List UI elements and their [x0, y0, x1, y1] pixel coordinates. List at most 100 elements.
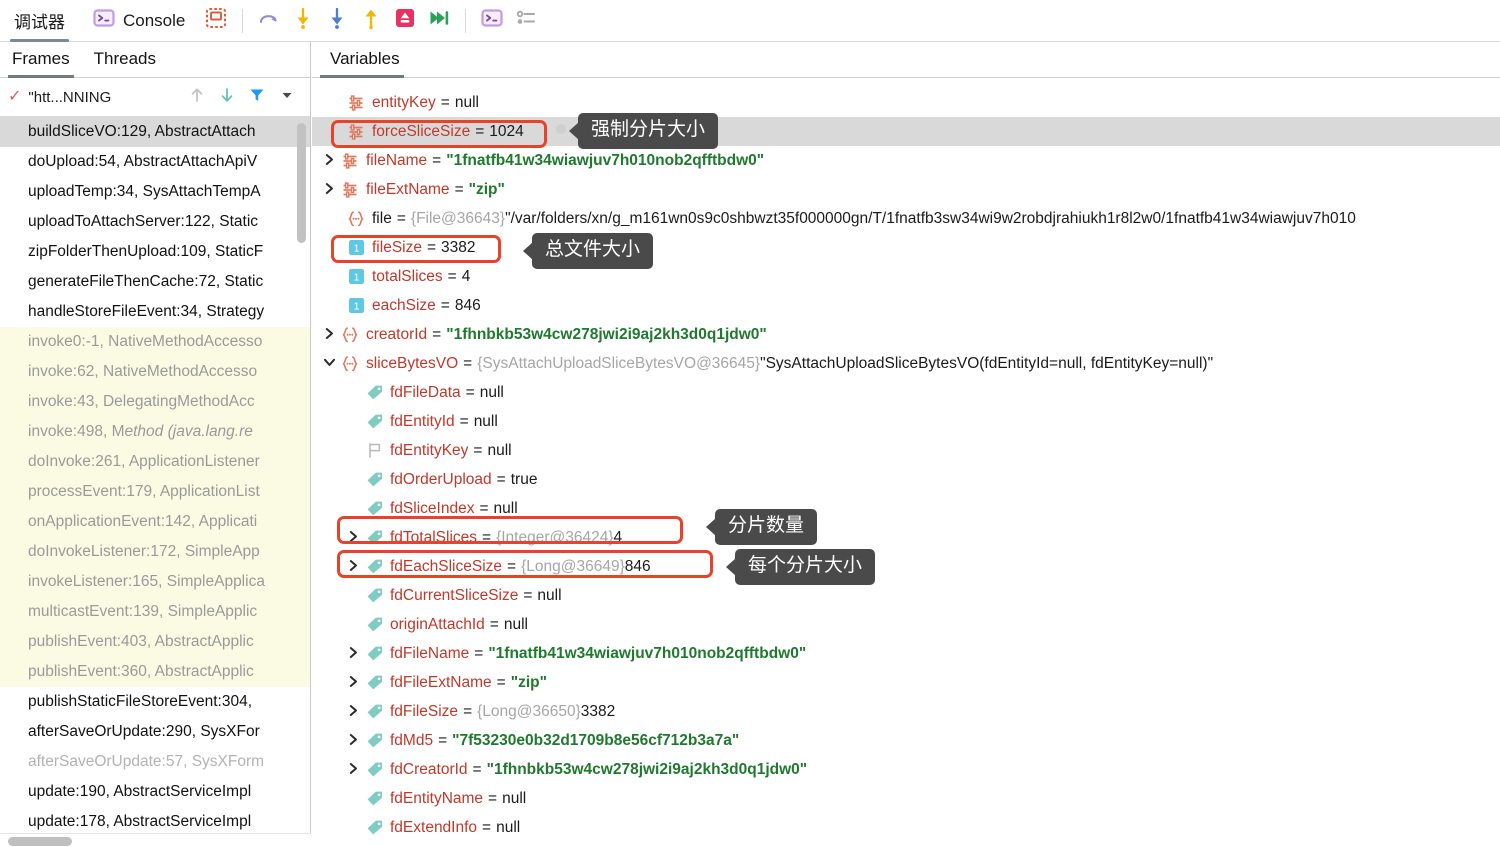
tab-frames[interactable]: Frames: [0, 49, 82, 78]
frame-row[interactable]: doInvoke:261, ApplicationListener: [0, 447, 310, 477]
frames-list[interactable]: buildSliceVO:129, AbstractAttach doUpload…: [0, 117, 310, 833]
svg-text:1: 1: [353, 271, 359, 283]
variable-row[interactable]: fdEntityKey = null: [312, 436, 1500, 465]
tab-variables[interactable]: Variables: [312, 49, 412, 78]
frames-up-button[interactable]: [182, 82, 212, 112]
frame-row[interactable]: invoke0:-1, NativeMethodAccesso: [0, 327, 310, 357]
tab-threads[interactable]: Threads: [82, 49, 168, 77]
frame-row[interactable]: handleStoreFileEvent:34, Strategy: [0, 297, 310, 327]
step-out-button[interactable]: [354, 4, 388, 38]
frames-filter-button[interactable]: [242, 82, 272, 112]
variable-equals: =: [489, 615, 499, 633]
frame-row[interactable]: generateFileThenCache:72, Static: [0, 267, 310, 297]
frame-row[interactable]: publishEvent:360, AbstractApplic: [0, 657, 310, 687]
frame-row-label: processEvent:179, ApplicationList: [28, 483, 260, 500]
frames-vertical-scrollbar[interactable]: [297, 123, 306, 243]
frame-row[interactable]: doUpload:54, AbstractAttachApiV: [0, 147, 310, 177]
variable-row[interactable]: fdCurrentSliceSize = null: [312, 581, 1500, 610]
chevron-right-icon[interactable]: [318, 182, 340, 198]
thread-selector[interactable]: ✓ "htt...NNING: [8, 89, 182, 106]
variable-row[interactable]: fdEntityId = null: [312, 407, 1500, 436]
frame-row[interactable]: invoke:43, DelegatingMethodAcc: [0, 387, 310, 417]
variable-name: fdFileName: [390, 644, 470, 662]
variable-row[interactable]: fdEntityName = null: [312, 784, 1500, 813]
frames-layout-button[interactable]: [199, 4, 233, 38]
variable-row[interactable]: fdOrderUpload = true: [312, 465, 1500, 494]
variable-row[interactable]: fdFileExtName = "zip": [312, 668, 1500, 697]
frame-row[interactable]: publishEvent:403, AbstractApplic: [0, 627, 310, 657]
frame-row[interactable]: multicastEvent:139, SimpleApplic: [0, 597, 310, 627]
variable-row[interactable]: forceSliceSize = 1024: [312, 117, 1500, 146]
chevron-right-icon[interactable]: [342, 675, 364, 691]
variable-row[interactable]: fdExtendInfo = null: [312, 813, 1500, 842]
variable-row[interactable]: fdTotalSlices = {Integer@36424} 4: [312, 523, 1500, 552]
variable-row[interactable]: entityKey = null: [312, 88, 1500, 117]
variable-row[interactable]: creatorId = "1fhnbkb53w4cw278jwi2i9aj2kh3d…: [312, 320, 1500, 349]
frame-row[interactable]: zipFolderThenUpload:109, StaticF: [0, 237, 310, 267]
frame-row[interactable]: invoke:498, Method (java.lang.re: [0, 417, 310, 447]
variable-row[interactable]: fdMd5 = "7f53230e0b32d1709b8e56cf712b3a7a": [312, 726, 1500, 755]
chevron-right-icon[interactable]: [342, 733, 364, 749]
frame-row[interactable]: publishStaticFileStoreEvent:304,: [0, 687, 310, 717]
step-into-button[interactable]: [286, 4, 320, 38]
drop-frame-button[interactable]: [388, 4, 422, 38]
settings-list-button[interactable]: [509, 4, 543, 38]
variable-row[interactable]: fdEachSliceSize = {Long@36649} 846: [312, 552, 1500, 581]
chevron-right-icon[interactable]: [342, 559, 364, 575]
frame-row[interactable]: update:178, AbstractServiceImpl: [0, 807, 310, 833]
frame-row[interactable]: invokeListener:165, SimpleApplica: [0, 567, 310, 597]
chevron-right-icon[interactable]: [342, 646, 364, 662]
variables-tree[interactable]: entityKey = null forceSliceSize = 1024 fileNam…: [312, 78, 1500, 847]
frame-row[interactable]: afterSaveOrUpdate:290, SysXFor: [0, 717, 310, 747]
run-to-cursor-button[interactable]: [422, 4, 456, 38]
variable-row[interactable]: fileName = "1fnatfb41w34wiawjuv7h010nob2qf…: [312, 146, 1500, 175]
field-tag-icon: [364, 558, 384, 575]
frame-row[interactable]: processEvent:179, ApplicationList: [0, 477, 310, 507]
variable-equals: =: [465, 383, 475, 401]
chevron-right-icon[interactable]: [318, 153, 340, 169]
frame-row[interactable]: uploadTemp:34, SysAttachTempA: [0, 177, 310, 207]
variable-equals: =: [463, 702, 473, 720]
chevron-right-icon[interactable]: [318, 327, 340, 343]
variable-row[interactable]: sliceBytesVO = {SysAttachUploadSliceBytesV…: [312, 349, 1500, 378]
variable-row[interactable]: fileExtName = "zip": [312, 175, 1500, 204]
chevron-right-icon[interactable]: [342, 530, 364, 546]
force-step-into-button[interactable]: [320, 4, 354, 38]
variable-name: creatorId: [366, 325, 428, 343]
variable-row[interactable]: 1 fileSize = 3382: [312, 233, 1500, 262]
variable-row[interactable]: fdFileData = null: [312, 378, 1500, 407]
variable-row[interactable]: fdSliceIndex = null: [312, 494, 1500, 523]
variable-row[interactable]: fdCreatorId = "1fhnbkb53w4cw278jwi2i9aj2kh…: [312, 755, 1500, 784]
variable-equals: =: [473, 441, 483, 459]
tab-console[interactable]: Console: [79, 0, 199, 42]
annotation-force-slice-size-label: 强制分片大小: [591, 119, 706, 140]
field-tag-icon: [364, 790, 384, 807]
frame-row[interactable]: doInvokeListener:172, SimpleApp: [0, 537, 310, 567]
step-over-button[interactable]: [252, 4, 286, 38]
chevron-right-icon[interactable]: [342, 762, 364, 778]
variable-equals: =: [438, 731, 448, 749]
evaluate-expression-button[interactable]: [475, 4, 509, 38]
frame-row[interactable]: update:190, AbstractServiceImpl: [0, 777, 310, 807]
frames-horizontal-scrollbar[interactable]: [8, 837, 72, 846]
chevron-right-icon[interactable]: [342, 704, 364, 720]
frames-options-button[interactable]: [272, 82, 302, 112]
variable-row[interactable]: 1 totalSlices = 4: [312, 262, 1500, 291]
frames-down-button[interactable]: [212, 82, 242, 112]
frame-row[interactable]: uploadToAttachServer:122, Static: [0, 207, 310, 237]
variable-equals: =: [523, 586, 533, 604]
frame-row[interactable]: buildSliceVO:129, AbstractAttach: [0, 117, 310, 147]
variable-row[interactable]: fdFileName = "1fnatfb41w34wiawjuv7h010nob2…: [312, 639, 1500, 668]
frame-row[interactable]: invoke:62, NativeMethodAccesso: [0, 357, 310, 387]
variable-row[interactable]: file = {File@36643} "/var/folders/xn/g_m16…: [312, 204, 1500, 233]
tab-debugger[interactable]: 调试器: [0, 0, 79, 42]
frame-row[interactable]: onApplicationEvent:142, Applicati: [0, 507, 310, 537]
frame-row-label: uploadTemp:34, SysAttachTempA: [28, 183, 261, 200]
variable-value: null: [487, 441, 512, 459]
variable-row[interactable]: 1 eachSize = 846: [312, 291, 1500, 320]
variable-row[interactable]: fdFileSize = {Long@36650} 3382: [312, 697, 1500, 726]
variable-row[interactable]: originAttachId = null: [312, 610, 1500, 639]
frame-row[interactable]: afterSaveOrUpdate:57, SysXForm: [0, 747, 310, 777]
thread-filter-bar: ✓ "htt...NNING: [0, 78, 310, 117]
chevron-down-icon[interactable]: [318, 356, 340, 371]
